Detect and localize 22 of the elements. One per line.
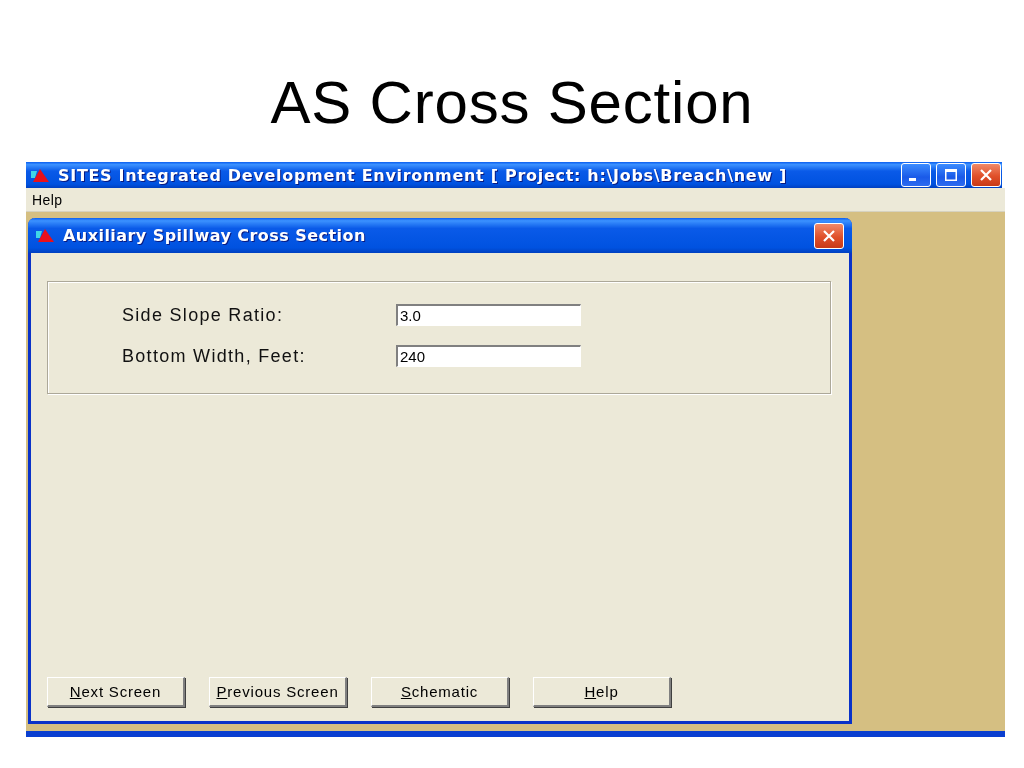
slide-title: AS Cross Section: [270, 68, 754, 137]
maximize-icon: [945, 169, 957, 181]
dialog-button[interactable]: Schematic: [371, 677, 509, 707]
field-label: Bottom Width, Feet:: [122, 345, 307, 367]
close-button[interactable]: [971, 163, 1001, 187]
dialog-button[interactable]: Previous Screen: [209, 677, 347, 707]
maximize-button[interactable]: [936, 163, 966, 187]
triangle-icon: [36, 229, 54, 242]
input-field[interactable]: 240: [396, 345, 581, 367]
dialog-title: Auxiliary Spillway Cross Section: [63, 226, 366, 245]
minimize-button[interactable]: [901, 163, 931, 187]
input-field[interactable]: 3.0: [396, 304, 581, 326]
field-label: Side Slope Ratio:: [122, 304, 285, 326]
dialog-button[interactable]: Next Screen: [47, 677, 185, 707]
close-icon: [980, 169, 992, 181]
window-title: SITES Integrated Development Environment [ Project: h:\Jobs\Breach\new ]: [58, 165, 788, 185]
minimize-icon: [909, 178, 916, 181]
menu-item[interactable]: Help: [29, 191, 66, 208]
triangle-icon: [31, 168, 49, 182]
dialog-button[interactable]: Help: [533, 677, 671, 707]
close-icon: [823, 229, 835, 242]
close-button[interactable]: [814, 222, 844, 249]
